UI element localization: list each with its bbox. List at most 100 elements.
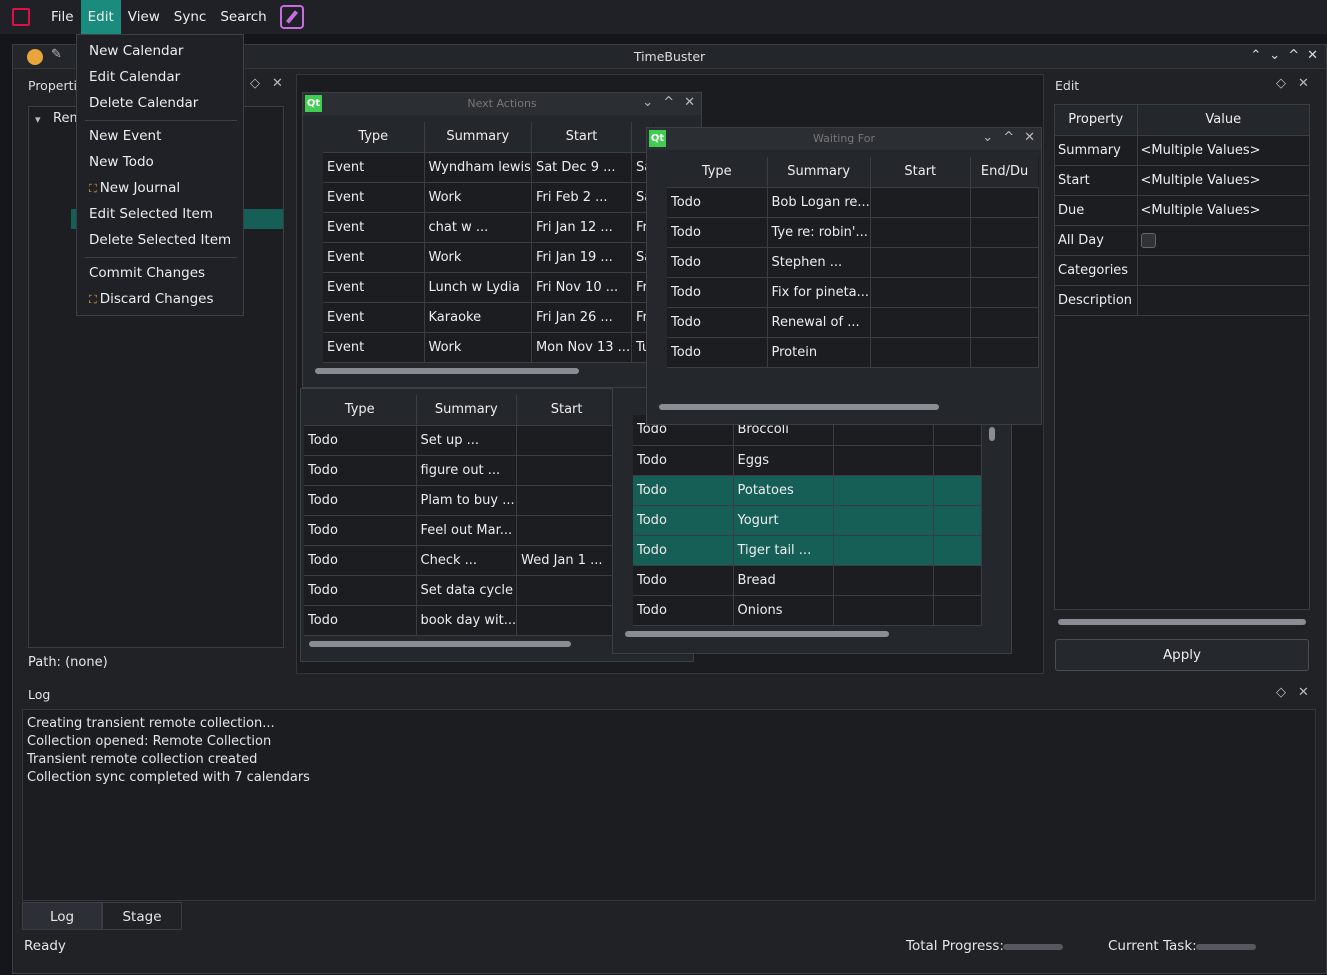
menu-item-commit-changes[interactable]: Commit Changes [89, 265, 205, 281]
table-row[interactable]: Todo book day wit... [304, 605, 618, 636]
tab-log[interactable]: Log [22, 902, 102, 930]
menu-item-delete-selected[interactable]: Delete Selected Item [89, 232, 231, 248]
column-header-start[interactable]: Start [531, 122, 632, 153]
property-value[interactable] [1137, 255, 1309, 286]
maximize-icon[interactable]: ^ [1003, 130, 1014, 145]
menu-view[interactable]: View [121, 0, 167, 34]
column-header-summary[interactable]: Summary [424, 122, 532, 153]
table-row[interactable]: Event Karaoke Fri Jan 26 ... Fri [323, 302, 654, 333]
table-row[interactable]: Todo Set up ... [304, 425, 618, 456]
table-row[interactable]: Todo Feel out Mar... [304, 515, 618, 546]
column-header-summary[interactable]: Summary [416, 395, 518, 426]
menu-item-new-todo[interactable]: New Todo [89, 154, 154, 170]
table-row[interactable]: Todo Yogurt [633, 505, 982, 536]
menu-edit[interactable]: Edit [80, 0, 121, 34]
minimize-icon[interactable]: ⌄ [1269, 48, 1280, 63]
menu-item-delete-calendar[interactable]: Delete Calendar [89, 95, 198, 111]
property-row[interactable]: Summary <Multiple Values> [1055, 135, 1309, 166]
column-header-value[interactable]: Value [1137, 105, 1309, 136]
menu-item-new-event[interactable]: New Event [89, 128, 161, 144]
table-row[interactable]: Todo Bob Logan re... [667, 187, 1039, 218]
table-row[interactable]: Event Work Fri Jan 19 ... Sa [323, 242, 654, 273]
vertical-scrollbar[interactable] [989, 427, 995, 441]
column-header-type[interactable]: Type [667, 157, 768, 188]
menu-item-new-calendar[interactable]: New Calendar [89, 43, 183, 59]
table-row[interactable]: Todo figure out ... [304, 455, 618, 486]
table-row[interactable]: Event Work Fri Feb 2 ... Sa [323, 182, 654, 213]
float-icon[interactable]: ◇ [1276, 76, 1286, 91]
table-row[interactable]: Todo Tye re: robin'... [667, 217, 1039, 248]
close-icon[interactable]: ✕ [1024, 130, 1035, 145]
table-row[interactable]: Todo Protein [667, 337, 1039, 368]
chevron-down-icon[interactable]: ⌄ [982, 130, 993, 145]
chevron-down-icon[interactable]: ▾ [35, 113, 41, 126]
float-icon[interactable]: ◇ [250, 76, 260, 91]
maximize-icon[interactable]: ^ [663, 95, 674, 110]
all-day-checkbox[interactable] [1140, 232, 1156, 248]
menu-item-edit-selected[interactable]: Edit Selected Item [89, 206, 213, 222]
horizontal-scrollbar[interactable] [659, 404, 939, 410]
property-value[interactable]: <Multiple Values> [1137, 195, 1309, 226]
log-output[interactable]: Creating transient remote collection... … [22, 709, 1316, 901]
apply-button[interactable]: Apply [1055, 639, 1309, 671]
table-row[interactable]: Todo Check ... Wed Jan 1 ... [304, 545, 618, 576]
table-row[interactable]: Todo Eggs [633, 445, 982, 476]
next-actions-titlebar[interactable]: Qt Next Actions ⌄ ^ ✕ [303, 93, 701, 115]
column-header-end[interactable]: End/Du [970, 157, 1039, 188]
menu-item-discard-changes[interactable]: ⛶ Discard Changes [89, 291, 213, 307]
menu-search[interactable]: Search [213, 0, 273, 34]
menu-sync[interactable]: Sync [167, 0, 214, 34]
column-header-start[interactable]: Start [870, 157, 971, 188]
property-value[interactable]: <Multiple Values> [1137, 135, 1309, 166]
horizontal-scrollbar[interactable] [625, 631, 889, 637]
table-row[interactable]: Event Wyndham lewis Sat Dec 9 ... Sa [323, 152, 654, 183]
table-row[interactable]: Event Work Mon Nov 13 ... Tu [323, 332, 654, 363]
menu-item-edit-calendar[interactable]: Edit Calendar [89, 69, 180, 85]
close-icon[interactable]: ✕ [1298, 76, 1309, 91]
table-row[interactable]: Todo Renewal of ... [667, 307, 1039, 338]
chevron-down-icon[interactable]: ⌄ [642, 95, 653, 110]
table-row[interactable]: Event chat w ... Fri Jan 12 ... Fri [323, 212, 654, 243]
property-row[interactable]: Due <Multiple Values> [1055, 195, 1309, 226]
table-row[interactable]: Todo Set data cycle [304, 575, 618, 606]
table-cell: Fri Jan 26 ... [531, 302, 632, 333]
menu-file[interactable]: File [44, 0, 81, 34]
property-row[interactable]: Description [1055, 285, 1309, 316]
horizontal-scrollbar[interactable] [1058, 619, 1306, 625]
maximize-icon[interactable]: ^ [1288, 48, 1299, 63]
close-icon[interactable]: ✕ [1307, 48, 1318, 63]
waiting-for-titlebar[interactable]: Qt Waiting For ⌄ ^ ✕ [647, 128, 1041, 150]
table-row[interactable]: Todo Stephen ... [667, 247, 1039, 278]
property-value[interactable] [1137, 285, 1309, 316]
column-header-type[interactable]: Type [304, 395, 417, 426]
table-cell: Feel out Mar... [416, 515, 518, 546]
menu-item-new-journal[interactable]: ⛶ New Journal [89, 180, 180, 196]
close-icon[interactable]: ✕ [684, 95, 695, 110]
horizontal-scrollbar[interactable] [315, 368, 579, 374]
table-cell: Fri Nov 10 ... [531, 272, 632, 303]
table-row[interactable]: Todo Tiger tail ... [633, 535, 982, 566]
shade-up-icon[interactable]: ⌃ [1250, 48, 1261, 63]
tab-stage[interactable]: Stage [102, 902, 182, 930]
table-row[interactable]: Event Lunch w Lydia Fri Nov 10 ... Fri [323, 272, 654, 303]
note-edit-icon[interactable] [279, 5, 304, 29]
property-row[interactable]: All Day [1055, 225, 1309, 256]
column-header-property[interactable]: Property [1055, 105, 1138, 136]
column-header-type[interactable]: Type [323, 122, 425, 153]
app-icon[interactable] [12, 8, 30, 26]
table-row[interactable]: Todo Bread [633, 565, 982, 596]
property-value[interactable]: <Multiple Values> [1137, 165, 1309, 196]
property-row[interactable]: Start <Multiple Values> [1055, 165, 1309, 196]
property-value[interactable] [1137, 225, 1309, 256]
close-icon[interactable]: ✕ [1298, 685, 1309, 700]
table-row[interactable]: Todo Fix for pineta... [667, 277, 1039, 308]
table-row[interactable]: Todo Onions [633, 595, 982, 626]
table-row[interactable]: Todo Plam to buy ... [304, 485, 618, 516]
horizontal-scrollbar[interactable] [309, 641, 571, 647]
column-header-start[interactable]: Start [516, 395, 618, 426]
property-row[interactable]: Categories [1055, 255, 1309, 286]
column-header-summary[interactable]: Summary [767, 157, 871, 188]
table-row[interactable]: Todo Potatoes [633, 475, 982, 506]
close-icon[interactable]: ✕ [272, 76, 283, 91]
float-icon[interactable]: ◇ [1276, 685, 1286, 700]
